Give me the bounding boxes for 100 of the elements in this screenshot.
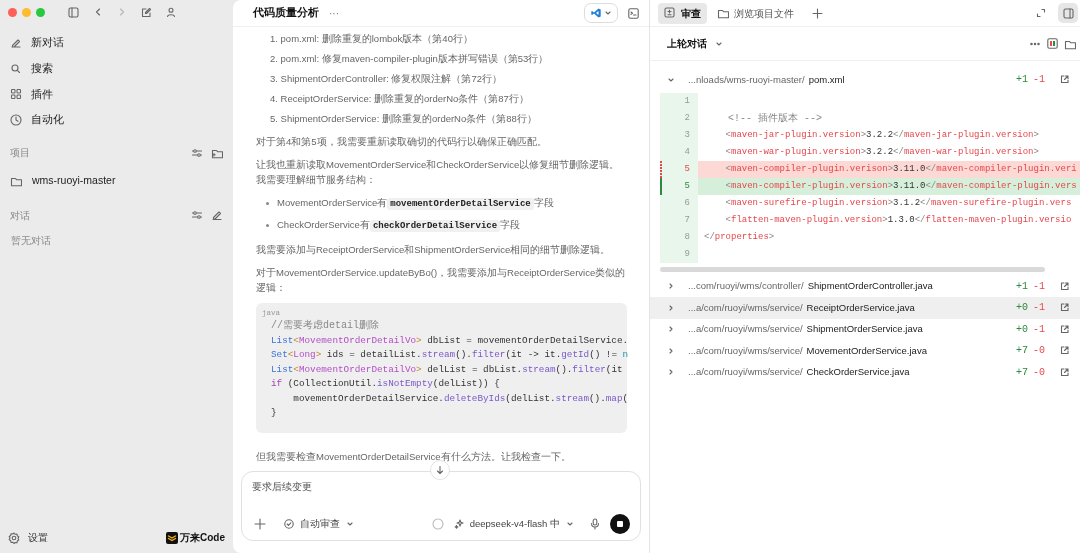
app-logo-icon bbox=[590, 8, 601, 18]
expand-icon bbox=[1036, 8, 1046, 18]
code-line: </properties> bbox=[703, 230, 776, 244]
message-field[interactable]: 要求后续变更 自动审查 deepseek-v4-flash 中 bbox=[241, 471, 641, 541]
paragraph: 对于第4和第5项，我需要重新读取确切的代码行以确保正确匹配。 bbox=[256, 135, 548, 149]
split-view-icon[interactable] bbox=[1047, 38, 1058, 49]
file-row[interactable]: ...a/com/ruoyi/wms/service/ CheckOrderService.java +7 -0 bbox=[650, 361, 1080, 383]
microphone-icon bbox=[590, 518, 600, 530]
code-line: <!-- 插件版本 --> bbox=[727, 111, 823, 126]
file-row[interactable]: ...com/ruoyi/wms/controller/ ShipmentOrderController.java +1 -1 bbox=[650, 275, 1080, 297]
clock-icon bbox=[10, 114, 22, 127]
horizontal-scrollbar[interactable] bbox=[660, 266, 1045, 272]
open-external-icon bbox=[1059, 280, 1070, 292]
open-external-icon bbox=[1059, 345, 1070, 357]
bullet-icon bbox=[266, 224, 269, 227]
project-item[interactable]: wms-ruoyi-master bbox=[32, 173, 116, 189]
paragraph: 我需要添加与ReceiptOrderService和ShipmentOrderService相同的细节删除逻辑。 bbox=[256, 243, 612, 257]
model-selector[interactable]: deepseek-v4-flash 中 bbox=[451, 514, 576, 534]
tab[interactable]: 浏览项目文件 bbox=[711, 2, 800, 24]
search-icon bbox=[10, 62, 22, 75]
file-row[interactable]: ...a/com/ruoyi/wms/service/ MovementOrderService.java +7 -0 bbox=[650, 340, 1080, 362]
automation-item[interactable]: 自动化 bbox=[31, 112, 64, 128]
review-mode-button[interactable]: 自动审查 bbox=[282, 514, 356, 534]
added-marker bbox=[660, 177, 662, 195]
arrow-down-icon bbox=[435, 465, 445, 475]
section-title: 项目 bbox=[10, 146, 30, 160]
sidebar-panel-icon bbox=[1062, 7, 1074, 19]
plugins-item[interactable]: 插件 bbox=[31, 86, 53, 103]
add-button[interactable] bbox=[252, 516, 268, 532]
grid-icon bbox=[10, 88, 22, 101]
filter-icon[interactable] bbox=[191, 209, 203, 222]
person-icon[interactable] bbox=[166, 7, 176, 17]
brand-name: 万来Code bbox=[180, 531, 225, 545]
list-item-text: 1. pom.xml: 删除重复的lombok版本（第40行） bbox=[269, 32, 474, 46]
back-icon[interactable] bbox=[93, 7, 103, 17]
list-item-text: 2. pom.xml: 修复maven-compiler-plugin版本拼写错误（第53行） bbox=[269, 52, 550, 66]
list-item-text: 3. ShipmentOrderController: 修复权限注解（第72行） bbox=[269, 72, 503, 86]
line-number: 5 bbox=[684, 163, 690, 174]
code-line: <maven-surefire-plugin.version>3.1.2</maven-surefire-plugin.vers bbox=[724, 196, 1073, 210]
settings-link[interactable]: 设置 bbox=[28, 530, 48, 545]
code-line: <maven-jar-plugin.version>3.2.2</maven-jar-plugin.version> bbox=[724, 128, 1040, 142]
paragraph: 让我也重新读取MovementOrderService和CheckOrderService以修复细节删除逻辑。我需要理解细节服务结构： bbox=[256, 158, 621, 187]
code-line: if (CollectionUtil.isNotEmpty(delList)) { bbox=[270, 377, 500, 391]
list-item-text: MovementOrderService有 movementOrderDetailService 字段 bbox=[277, 196, 554, 212]
plus-icon bbox=[254, 518, 266, 530]
caret-icon bbox=[566, 520, 574, 528]
tab[interactable]: 审查 bbox=[658, 2, 707, 24]
settings-icon[interactable] bbox=[8, 531, 20, 544]
removed-marker bbox=[660, 160, 662, 178]
expand-button[interactable] bbox=[1034, 6, 1048, 20]
code-line: Set<Long> ids = detailList.stream().filter(it -> it.getId() != n bbox=[270, 348, 629, 362]
filter-icon[interactable] bbox=[191, 146, 203, 159]
circle-icon bbox=[431, 518, 444, 530]
code-line: //需要考虑detail删除 bbox=[270, 319, 379, 333]
panel-toggle-button[interactable] bbox=[1058, 3, 1078, 23]
sidebar-toggle-icon[interactable] bbox=[68, 6, 79, 18]
close-window-button[interactable] bbox=[8, 7, 17, 17]
sparkle-icon bbox=[453, 519, 464, 529]
diff-icon bbox=[664, 7, 676, 19]
section-title: 对话 bbox=[10, 208, 30, 223]
paragraph: 但我需要检查MovementOrderDetailService有什么方法。让我检查一下。 bbox=[256, 449, 572, 464]
file-row[interactable]: ...nloads/wms-ruoyi-master/ pom.xml +1 -1 bbox=[650, 69, 1080, 91]
line-number: 5 bbox=[684, 180, 690, 191]
search-item[interactable]: 搜索 bbox=[31, 60, 53, 77]
list-item-text: 4. ReceiptOrderService: 删除重复的orderNo条件（第87行） bbox=[269, 92, 530, 106]
open-external-icon bbox=[1059, 323, 1070, 335]
paragraph: 对于MovementOrderService.updateByBo()，我需要添加与ReceiptOrderService类似的逻辑： bbox=[256, 266, 627, 295]
open-external-icon bbox=[1059, 74, 1070, 86]
open-external-icon bbox=[1059, 366, 1070, 378]
code-line: } bbox=[270, 406, 277, 420]
new-chat-item[interactable]: 新对话 bbox=[31, 35, 64, 51]
code-line: <maven-war-plugin.version>3.2.2</maven-war-plugin.version> bbox=[724, 145, 1040, 159]
code-line: List<MovementOrderDetailVo> dbList = movementOrderDetailService. bbox=[270, 333, 629, 348]
stop-button[interactable] bbox=[610, 514, 630, 534]
add-tab-button[interactable] bbox=[810, 5, 825, 21]
code-line: movementOrderDetailService.deleteByIds(delList.stream().map( bbox=[292, 391, 629, 406]
file-row[interactable]: ...a/com/ruoyi/wms/service/ ReceiptOrderService.java +0 -1 bbox=[650, 297, 1080, 319]
microphone-button[interactable] bbox=[588, 516, 602, 532]
code-line: <flatten-maven-plugin.version>1.3.0</flatten-maven-plugin.versio bbox=[724, 213, 1073, 227]
terminal-icon[interactable] bbox=[628, 7, 639, 19]
scroll-down-button[interactable] bbox=[430, 460, 450, 480]
chat-title: 代码质量分析 bbox=[253, 5, 319, 21]
list-item-text: CheckOrderService有 checkOrderDetailService 字段 bbox=[277, 218, 521, 234]
caret-icon bbox=[603, 9, 612, 17]
caret-icon bbox=[346, 520, 354, 528]
compose-icon[interactable] bbox=[141, 6, 152, 18]
bullet-icon bbox=[266, 202, 269, 205]
open-external-icon bbox=[1059, 302, 1070, 314]
empty-state-text: 暂无对话 bbox=[10, 233, 52, 248]
list-item-text: 5. ShipmentOrderService: 删除重复的orderNo条件（第88行） bbox=[269, 112, 538, 126]
check-circle-icon bbox=[284, 519, 294, 529]
plus-icon bbox=[812, 7, 823, 19]
open-in-editor-button[interactable] bbox=[584, 3, 618, 23]
folder-icon bbox=[717, 7, 729, 19]
compose-icon[interactable] bbox=[211, 209, 223, 222]
code-line: List<MovementOrderDetailVo> delList = dbList.stream().filter(it bbox=[270, 362, 623, 377]
more-button[interactable]: ··· bbox=[327, 3, 341, 23]
scope-dropdown[interactable]: 上轮对话 bbox=[665, 34, 725, 53]
file-row[interactable]: ...a/com/ruoyi/wms/service/ ShipmentOrderService.java +0 -1 bbox=[650, 318, 1080, 340]
line-number: 1 bbox=[660, 92, 698, 110]
